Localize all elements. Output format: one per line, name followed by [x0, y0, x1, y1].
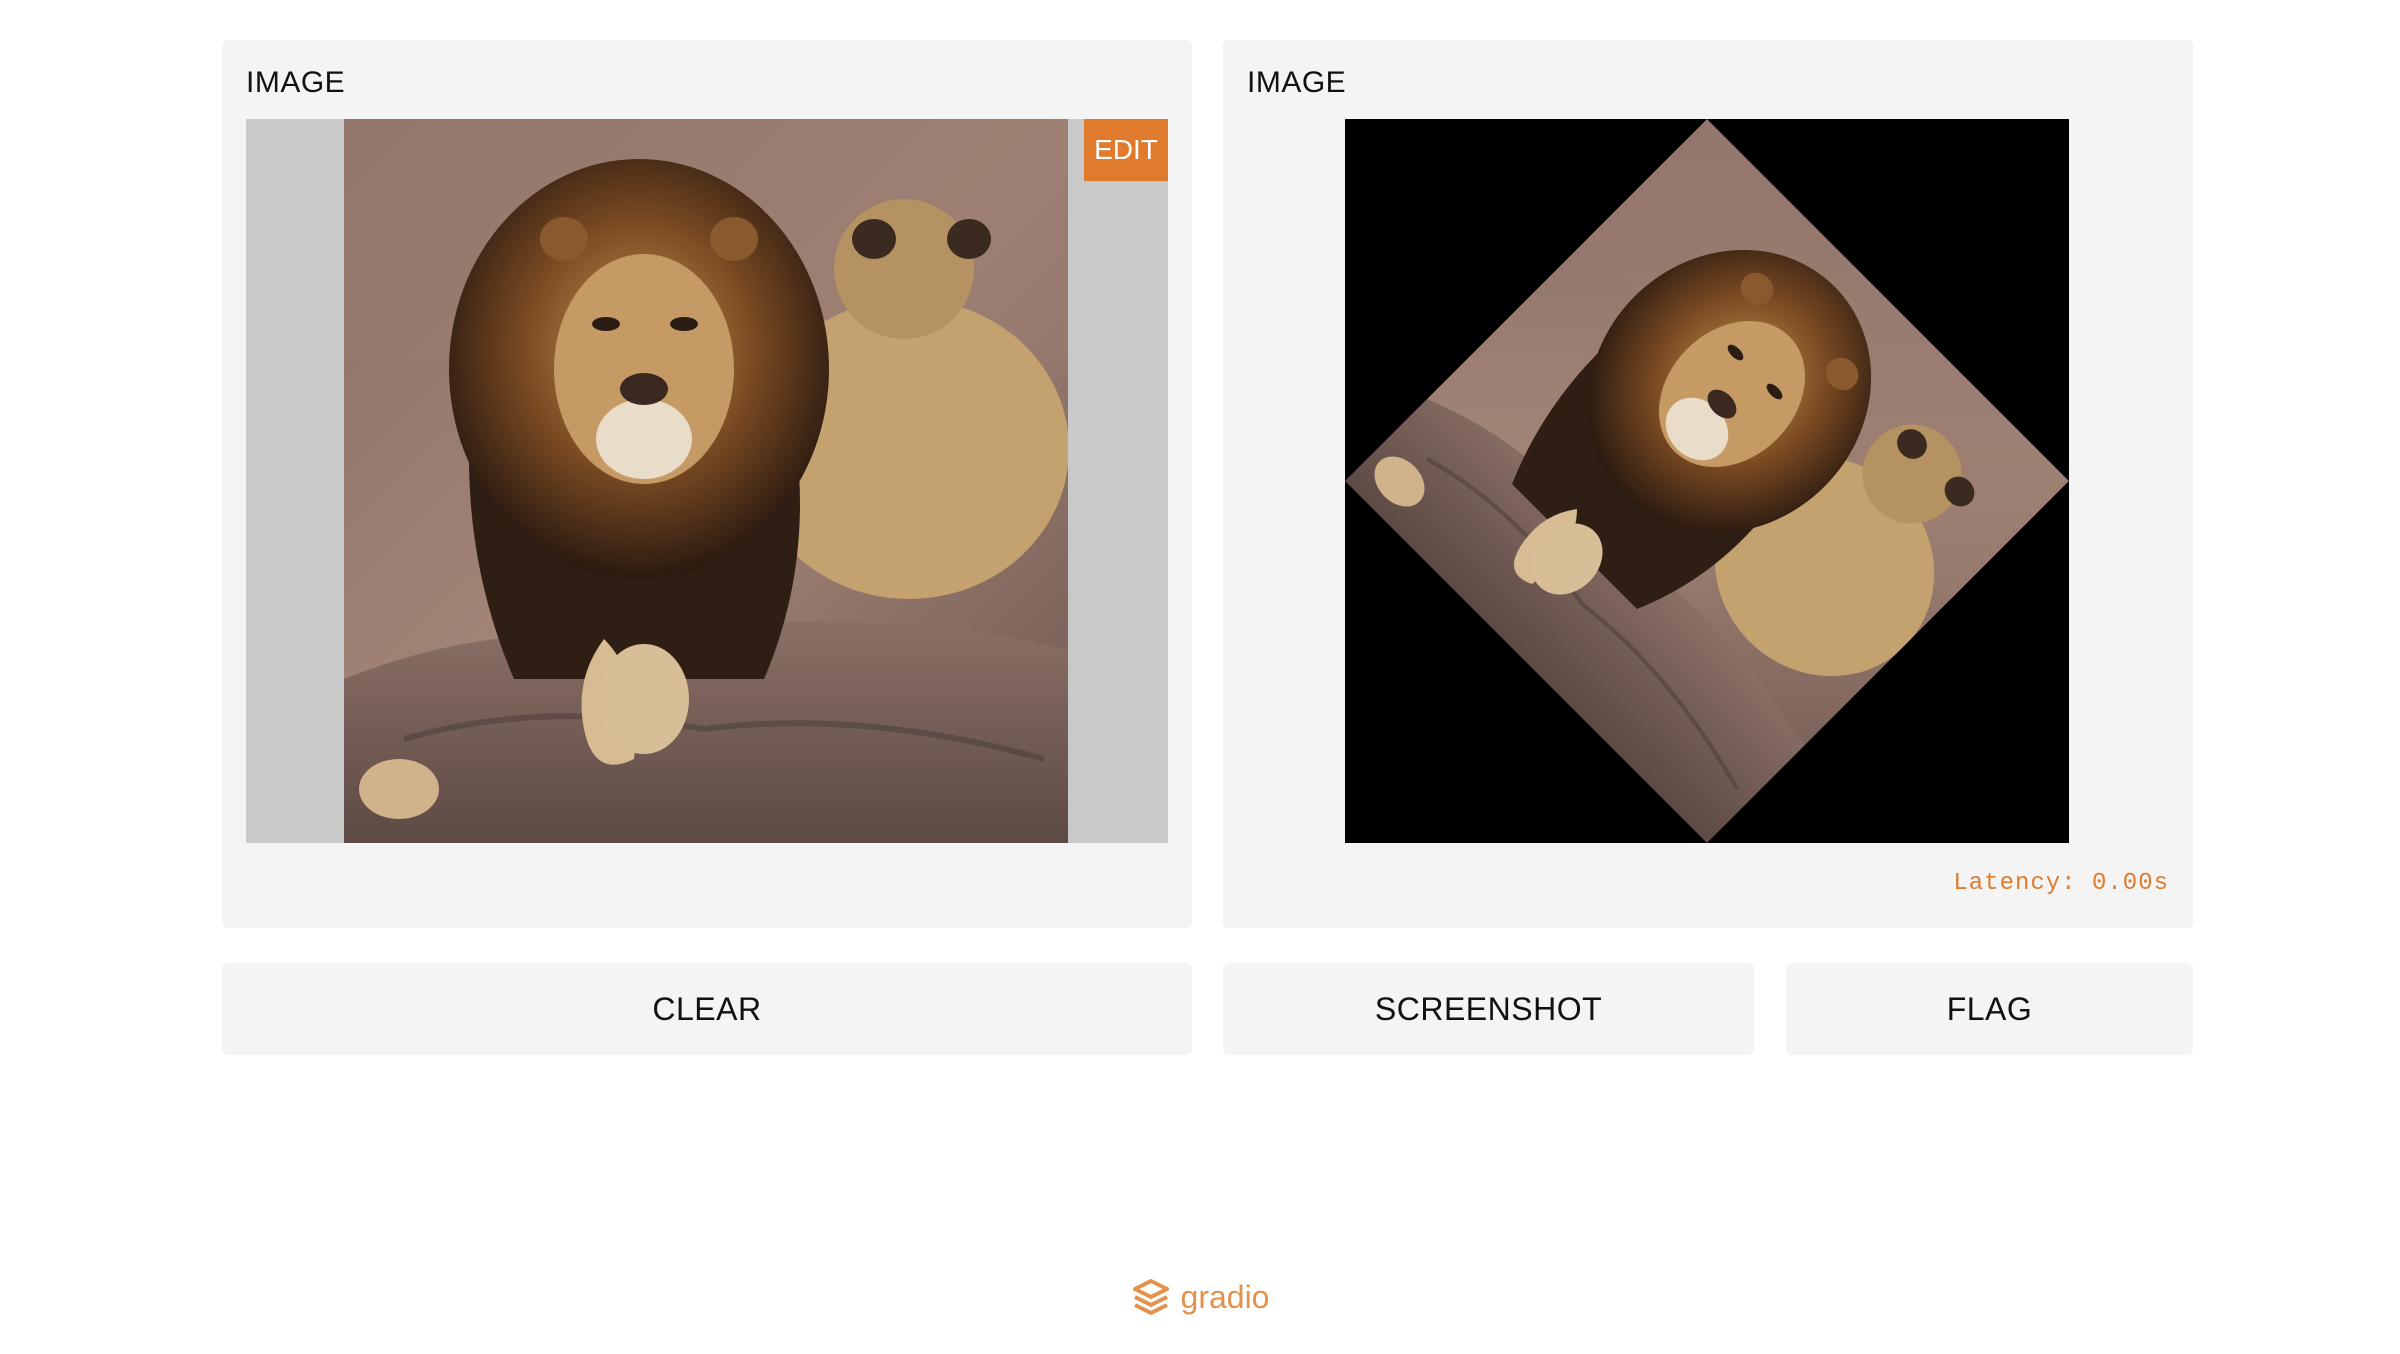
- flag-button[interactable]: FLAG: [1786, 963, 2193, 1055]
- output-image-frame: [1345, 119, 2069, 843]
- input-image-label: IMAGE: [246, 66, 346, 99]
- gradio-brand-link[interactable]: gradio: [1181, 1279, 1270, 1316]
- gradio-logo-icon: [1132, 1279, 1169, 1315]
- rotated-lion-photo: [1345, 119, 2069, 843]
- input-image-frame[interactable]: EDIT: [246, 119, 1168, 843]
- lion-photo: [344, 119, 1068, 843]
- clear-button[interactable]: CLEAR: [222, 963, 1192, 1055]
- page: IMAGE EDIT IMAGE Latency: 0.00s CLEAR SC…: [0, 0, 2400, 1354]
- output-image: [1345, 119, 2069, 843]
- output-image-label: IMAGE: [1247, 66, 1347, 99]
- input-image-panel: IMAGE EDIT: [222, 40, 1192, 928]
- latency-indicator: Latency: 0.00s: [1953, 870, 2169, 897]
- output-image-panel: IMAGE Latency: 0.00s: [1223, 40, 2193, 928]
- input-image: [344, 119, 1068, 843]
- screenshot-button[interactable]: SCREENSHOT: [1223, 963, 1754, 1055]
- footer: gradio: [0, 1278, 2400, 1316]
- edit-button[interactable]: EDIT: [1084, 119, 1168, 181]
